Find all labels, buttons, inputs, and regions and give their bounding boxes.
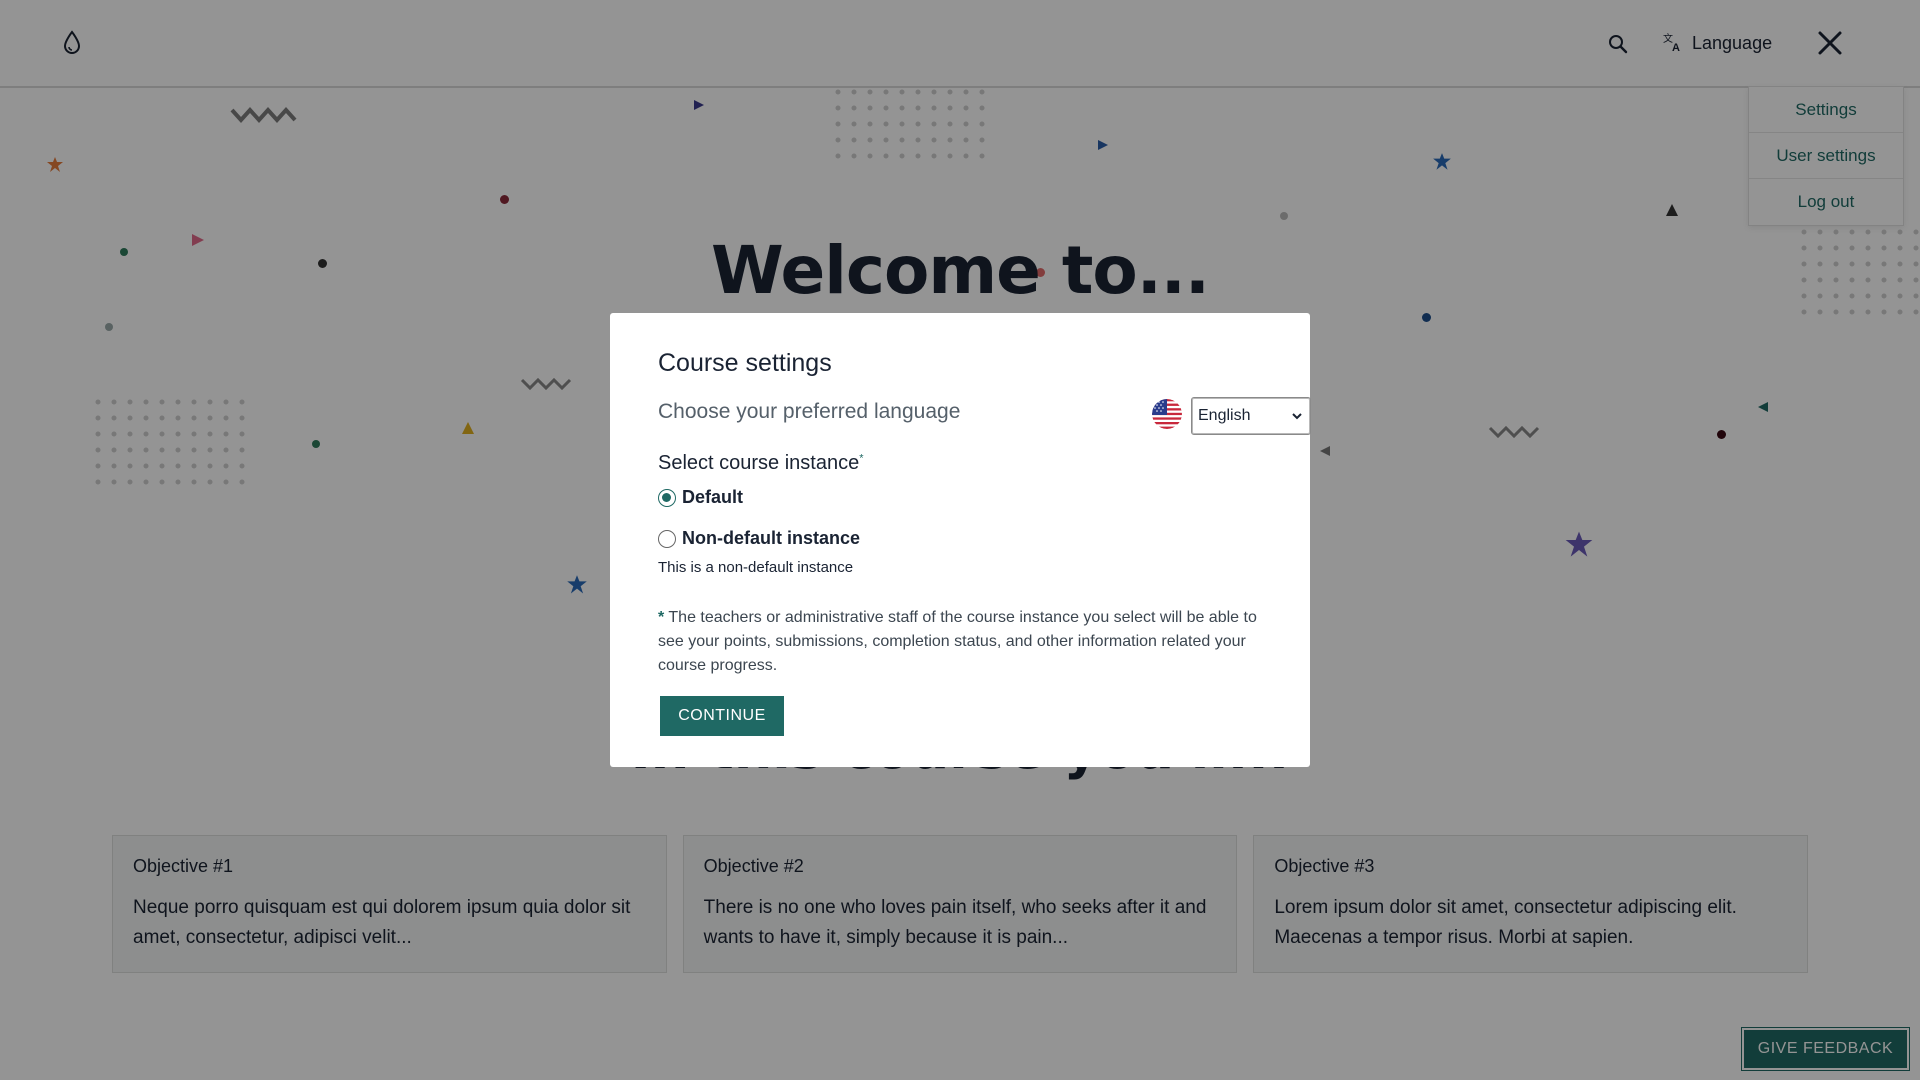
option-label: Default bbox=[682, 487, 744, 507]
chevron-down-icon bbox=[1292, 413, 1302, 420]
radio-button[interactable] bbox=[658, 529, 676, 548]
radio-button-checked[interactable] bbox=[658, 488, 676, 507]
notice-star: * bbox=[658, 609, 665, 626]
language-prompt: Choose your preferred language bbox=[658, 400, 961, 423]
notice-text: The teachers or administrative staff of … bbox=[658, 609, 1257, 674]
privacy-notice: * The teachers or administrative staff o… bbox=[658, 606, 1262, 678]
instance-option-non-default[interactable]: Non-default instance bbox=[658, 528, 1262, 549]
required-mark: * bbox=[859, 452, 864, 465]
instance-label-text: Select course instance bbox=[658, 452, 860, 474]
continue-button[interactable]: CONTINUE bbox=[660, 696, 784, 736]
instance-option-default[interactable]: Default bbox=[658, 487, 1262, 508]
option-label: Non-default instance bbox=[682, 528, 861, 548]
language-row: Choose your preferred language English bbox=[658, 390, 1311, 438]
language-select[interactable]: English bbox=[1191, 397, 1311, 435]
course-settings-dialog: Course settings Choose your preferred la… bbox=[610, 313, 1311, 767]
dialog-title: Course settings bbox=[658, 349, 832, 377]
language-select-value: English bbox=[1198, 407, 1251, 424]
instance-label: Select course instance* bbox=[658, 452, 1262, 475]
option-description: This is a non-default instance bbox=[658, 559, 854, 576]
us-flag-icon bbox=[1152, 399, 1182, 429]
